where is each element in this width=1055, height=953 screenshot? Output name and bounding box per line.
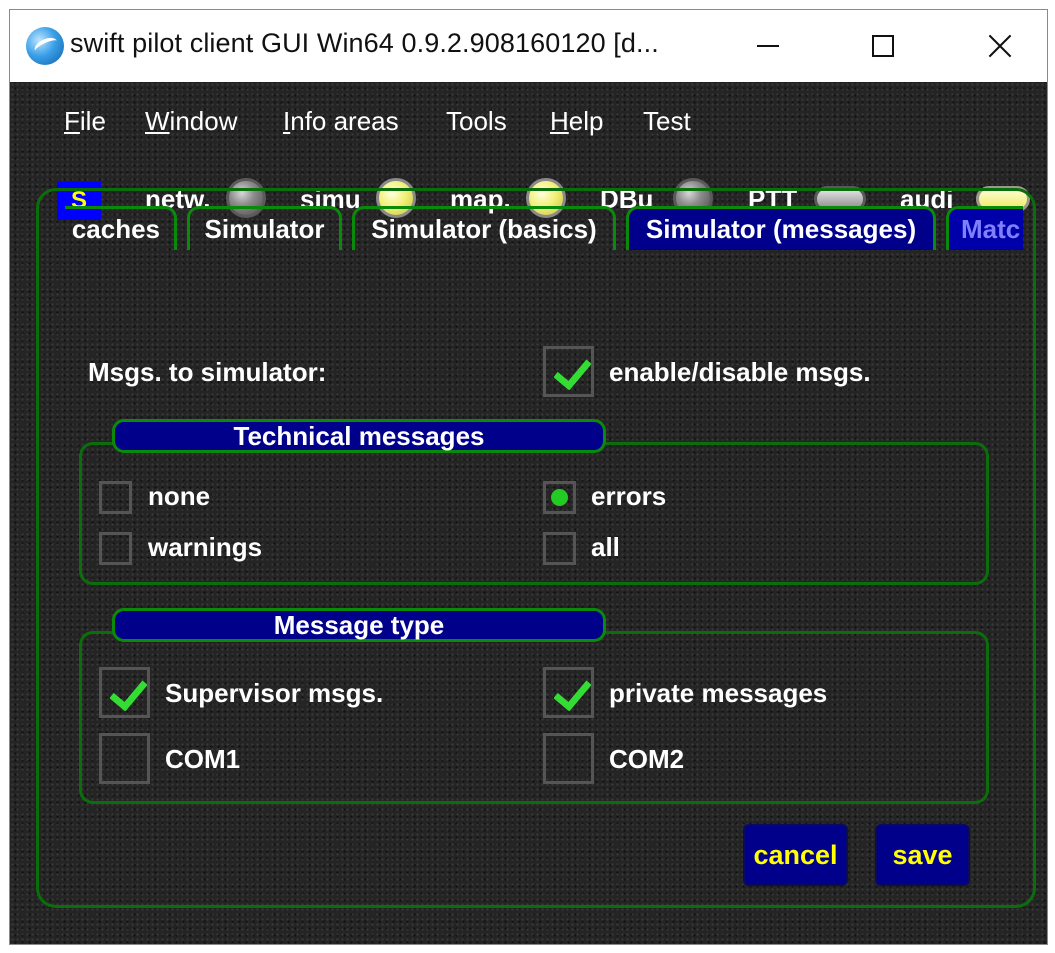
checkmark-icon <box>553 350 592 391</box>
message-type-group <box>79 631 989 804</box>
window-title: swift pilot client GUI Win64 0.9.2.90816… <box>70 28 659 58</box>
menu-file[interactable]: File <box>64 106 106 137</box>
supervisor-msgs-checkbox[interactable] <box>99 667 150 718</box>
com1-label: COM1 <box>165 744 241 774</box>
save-button[interactable]: save <box>877 826 968 884</box>
tab-simulator-messages[interactable]: Simulator (messages) <box>626 206 936 250</box>
minimize-button[interactable] <box>738 10 798 82</box>
enable-msgs-checkbox[interactable] <box>543 346 594 397</box>
maximize-icon <box>872 35 894 57</box>
app-window: swift pilot client GUI Win64 0.9.2.90816… <box>9 9 1048 945</box>
tab-simulator-basics[interactable]: Simulator (basics) <box>352 206 616 250</box>
menu-help[interactable]: Help <box>550 106 603 137</box>
swift-app-icon <box>26 27 64 65</box>
maximize-button[interactable] <box>853 10 913 82</box>
supervisor-msgs-label: Supervisor msgs. <box>165 678 384 708</box>
tab-strip: caches Simulator Simulator (basics) Simu… <box>65 200 1023 255</box>
menu-info-areas[interactable]: Info areas <box>283 106 399 137</box>
checkmark-icon <box>553 671 592 712</box>
msgs-to-simulator-label: Msgs. to simulator: <box>88 357 327 387</box>
menu-test[interactable]: Test <box>643 106 691 137</box>
warnings-radio[interactable] <box>99 532 132 565</box>
minimize-icon <box>757 45 779 47</box>
errors-radio[interactable] <box>543 481 576 514</box>
private-messages-checkbox[interactable] <box>543 667 594 718</box>
private-messages-label: private messages <box>609 678 828 708</box>
enable-msgs-label: enable/disable msgs. <box>609 357 871 387</box>
title-bar[interactable]: swift pilot client GUI Win64 0.9.2.90816… <box>10 10 1047 82</box>
all-radio[interactable] <box>543 532 576 565</box>
tab-simulator[interactable]: Simulator <box>187 206 342 250</box>
close-icon <box>988 34 1012 58</box>
com1-checkbox[interactable] <box>99 733 150 784</box>
com2-checkbox[interactable] <box>543 733 594 784</box>
tab-matching[interactable]: Matc <box>946 206 1023 250</box>
com2-label: COM2 <box>609 744 685 774</box>
none-label: none <box>148 481 211 511</box>
errors-label: errors <box>591 481 667 511</box>
all-label: all <box>591 532 620 562</box>
message-type-title: Message type <box>112 608 606 642</box>
warnings-label: warnings <box>148 532 263 562</box>
checkmark-icon <box>109 671 148 712</box>
menu-window[interactable]: Window <box>145 106 237 137</box>
menu-tools[interactable]: Tools <box>446 106 507 137</box>
close-button[interactable] <box>970 10 1030 82</box>
none-radio[interactable] <box>99 481 132 514</box>
selected-dot-icon <box>551 489 568 506</box>
technical-messages-group <box>79 442 989 585</box>
tab-caches[interactable]: caches <box>65 206 177 250</box>
cancel-button[interactable]: cancel <box>745 826 846 884</box>
technical-messages-title: Technical messages <box>112 419 606 453</box>
